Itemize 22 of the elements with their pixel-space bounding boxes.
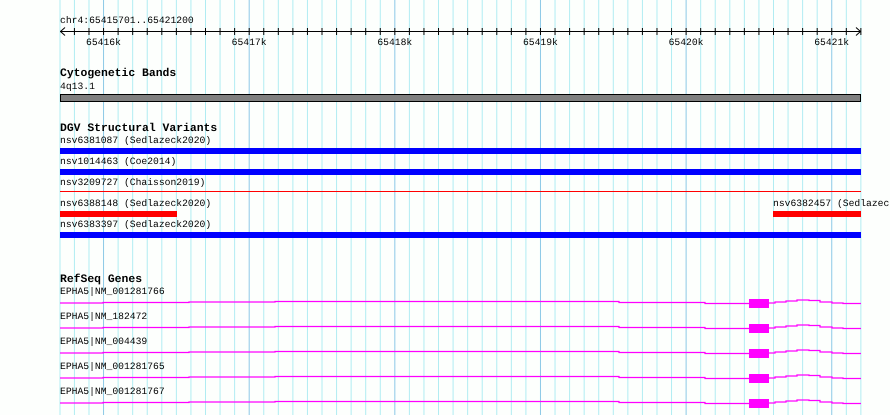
band-label: 4q13.1: [60, 81, 95, 93]
transcript-label: EPHA5|NM_001281765: [60, 361, 165, 373]
transcript-label: EPHA5|NM_004439: [60, 336, 148, 348]
ruler-label: 65421k: [814, 37, 850, 49]
transcript-label: EPHA5|NM_001281766: [60, 286, 165, 298]
variant-label: nsv6382457 (Sedlazec: [773, 198, 890, 210]
ruler-label: 65416k: [86, 37, 121, 49]
variant-label: nsv6381087 (Sedlazeck2020): [60, 135, 212, 147]
variant-label: nsv1014463 (Coe2014): [60, 156, 176, 168]
track-title: Cytogenetic Bands: [60, 68, 176, 81]
location-label: chr4:65415701..65421200: [60, 15, 194, 27]
ruler-label: 65418k: [377, 37, 412, 49]
transcript-label: EPHA5|NM_001281767: [60, 386, 165, 398]
variant-label: nsv6388148 (Sedlazeck2020): [60, 198, 212, 210]
ruler-label: 65417k: [232, 37, 267, 49]
track-title: DGV Structural Variants: [60, 123, 218, 135]
transcript-label: EPHA5|NM_182472: [60, 311, 148, 323]
ruler-label: 65419k: [522, 37, 558, 49]
variant-label: nsv6383397 (Sedlazeck2020): [60, 219, 212, 231]
variant-label: nsv3209727 (Chaisson2019): [60, 177, 206, 189]
track-title: RefSeq Genes: [60, 274, 142, 286]
ruler-label: 65420k: [668, 37, 704, 49]
